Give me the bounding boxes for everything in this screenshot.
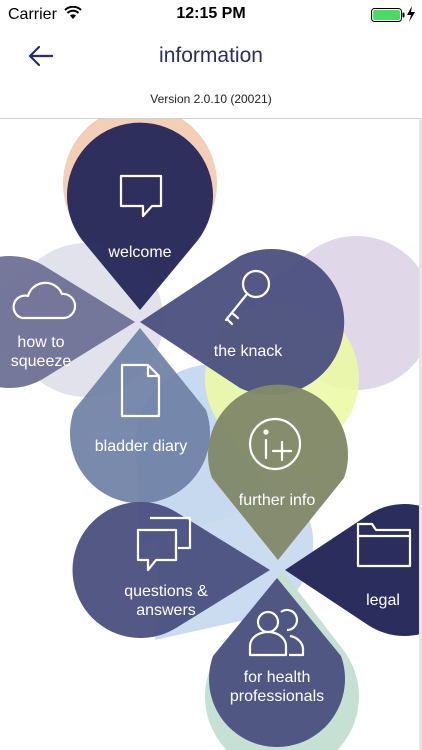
further-info-label: further info [239, 492, 316, 509]
welcome-label: welcome [107, 244, 171, 261]
bladder-diary-label: bladder diary [95, 438, 188, 455]
how-to-label: how to [17, 334, 64, 351]
questions-label: questions & [124, 583, 208, 600]
for-health-label: for health [244, 669, 311, 686]
menu-canvas: welcome the knack how to squeeze bladder… [0, 119, 419, 750]
answers-label: answers [136, 602, 196, 619]
legal-label: legal [366, 592, 400, 609]
the-knack-label: the knack [214, 343, 283, 360]
squeeze-label: squeeze [11, 353, 72, 370]
professionals-label: professionals [230, 688, 324, 705]
